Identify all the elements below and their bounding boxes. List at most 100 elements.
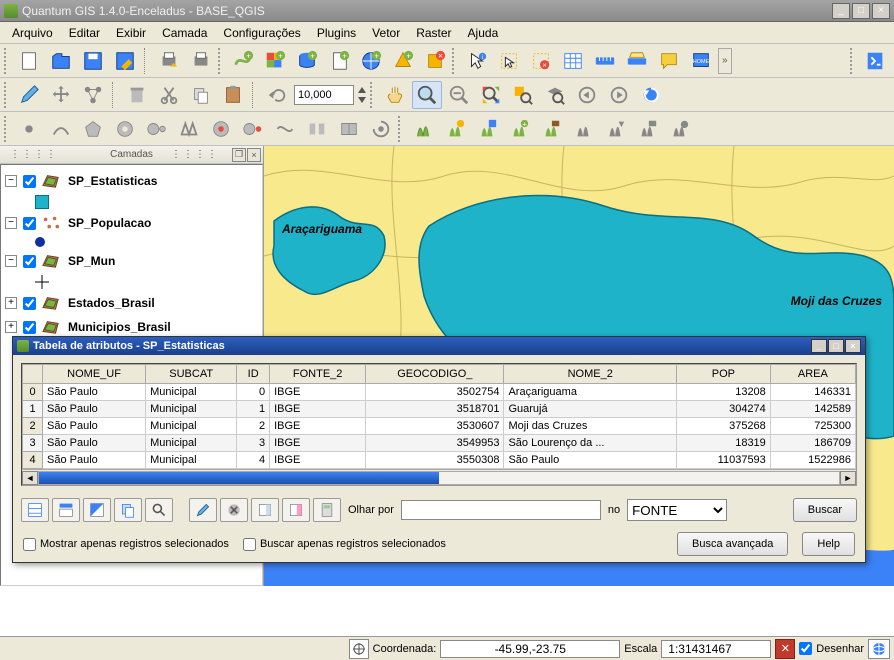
add-raster-icon[interactable]: +	[260, 47, 290, 75]
col-header[interactable]: ID	[237, 365, 270, 384]
zoom-out-icon[interactable]	[444, 81, 474, 109]
print-composer-icon[interactable]	[154, 47, 184, 75]
scale-input[interactable]	[294, 85, 354, 105]
table-cell[interactable]: IBGE	[270, 452, 366, 469]
table-cell[interactable]: São Paulo	[43, 452, 146, 469]
layer-row[interactable]: + Estados_Brasil	[5, 291, 258, 315]
new-shapefile-icon[interactable]: +	[388, 47, 418, 75]
table-cell[interactable]: 142589	[770, 401, 855, 418]
delete-selected-icon[interactable]	[122, 81, 152, 109]
reshape-icon[interactable]	[270, 115, 300, 143]
row-header[interactable]: 4	[23, 452, 43, 469]
layer-checkbox[interactable]	[23, 321, 36, 334]
paste-icon[interactable]	[218, 81, 248, 109]
table-row[interactable]: 3São PauloMunicipal3IBGE3549953São Loure…	[23, 435, 856, 452]
scroll-track[interactable]	[38, 471, 840, 485]
grass-tool-3-icon[interactable]	[472, 115, 502, 143]
merge-icon[interactable]	[334, 115, 364, 143]
move-feature-icon[interactable]	[46, 81, 76, 109]
row-header[interactable]: 0	[23, 384, 43, 401]
layer-checkbox[interactable]	[23, 255, 36, 268]
table-cell[interactable]: 18319	[676, 435, 770, 452]
table-cell[interactable]: 3502754	[366, 384, 504, 401]
table-cell[interactable]: São Paulo	[43, 435, 146, 452]
table-cell[interactable]: São Paulo	[43, 384, 146, 401]
table-cell[interactable]: Municipal	[146, 435, 237, 452]
new-file-icon[interactable]	[14, 47, 44, 75]
delete-column-icon[interactable]	[282, 498, 310, 522]
zoom-layer-icon[interactable]	[540, 81, 570, 109]
table-cell[interactable]: IBGE	[270, 401, 366, 418]
search-selected-checkbox[interactable]: Buscar apenas registros selecionados	[243, 538, 446, 551]
zoom-full-icon[interactable]	[476, 81, 506, 109]
grass-tool-6-icon[interactable]	[568, 115, 598, 143]
menu-raster[interactable]: Raster	[408, 24, 459, 42]
grass-tool-2-icon[interactable]	[440, 115, 470, 143]
dialog-titlebar[interactable]: Tabela de atributos - SP_Estatisticas _ …	[13, 337, 865, 355]
attribute-table-icon[interactable]	[558, 47, 588, 75]
render-checkbox[interactable]: Desenhar	[799, 642, 864, 655]
edit-toggle-icon[interactable]	[14, 81, 44, 109]
field-calculator-icon[interactable]	[313, 498, 341, 522]
remove-layer-icon[interactable]: ×	[420, 47, 450, 75]
row-header[interactable]: 2	[23, 418, 43, 435]
table-cell[interactable]: São Lourenço da ...	[504, 435, 677, 452]
cut-icon[interactable]	[154, 81, 184, 109]
print-icon[interactable]	[186, 47, 216, 75]
copy-icon[interactable]	[186, 81, 216, 109]
panel-undock-icon[interactable]: ❐	[232, 148, 246, 162]
search-button[interactable]: Buscar	[793, 498, 857, 522]
dialog-minimize-button[interactable]: _	[811, 339, 827, 353]
toolbar-overflow-1[interactable]: »	[718, 48, 732, 74]
add-postgis-icon[interactable]: +	[292, 47, 322, 75]
table-row[interactable]: 4São PauloMunicipal4IBGE3550308São Paulo…	[23, 452, 856, 469]
field-select[interactable]: FONTE	[627, 499, 727, 521]
select-icon[interactable]	[494, 47, 524, 75]
stop-render-icon[interactable]: ✕	[775, 639, 795, 659]
tree-collapse-icon[interactable]: −	[5, 255, 17, 267]
table-cell[interactable]: Araçariguama	[504, 384, 677, 401]
advanced-search-button[interactable]: Busca avançada	[677, 532, 788, 556]
tree-collapse-icon[interactable]: −	[5, 175, 17, 187]
zoom-in-icon[interactable]	[412, 81, 442, 109]
save-icon[interactable]	[78, 47, 108, 75]
table-cell[interactable]: 3	[237, 435, 270, 452]
add-ring-icon[interactable]	[110, 115, 140, 143]
move-top-icon[interactable]	[52, 498, 80, 522]
table-cell[interactable]: 725300	[770, 418, 855, 435]
capture-line-icon[interactable]	[46, 115, 76, 143]
new-column-icon[interactable]	[251, 498, 279, 522]
table-cell[interactable]: 1522986	[770, 452, 855, 469]
zoom-next-icon[interactable]	[604, 81, 634, 109]
col-header[interactable]: GEOCODIGO_	[366, 365, 504, 384]
table-cell[interactable]: 375268	[676, 418, 770, 435]
grass-tool-4-icon[interactable]: +	[504, 115, 534, 143]
menu-editar[interactable]: Editar	[61, 24, 108, 42]
add-vector-icon[interactable]: +	[228, 47, 258, 75]
table-cell[interactable]: 3518701	[366, 401, 504, 418]
col-header[interactable]: FONTE_2	[270, 365, 366, 384]
toggle-extents-icon[interactable]	[349, 639, 369, 659]
table-cell[interactable]: 2	[237, 418, 270, 435]
add-wms-icon[interactable]: +	[356, 47, 386, 75]
tree-expand-icon[interactable]: +	[5, 297, 17, 309]
grass-tool-5-icon[interactable]	[536, 115, 566, 143]
table-cell[interactable]: IBGE	[270, 418, 366, 435]
tree-collapse-icon[interactable]: −	[5, 217, 17, 229]
grass-tool-7-icon[interactable]	[600, 115, 630, 143]
rotate-point-icon[interactable]	[366, 115, 396, 143]
table-cell[interactable]: Guarujá	[504, 401, 677, 418]
menu-exibir[interactable]: Exibir	[108, 24, 154, 42]
zoom-last-icon[interactable]	[572, 81, 602, 109]
pan-icon[interactable]	[380, 81, 410, 109]
maximize-button[interactable]: □	[852, 3, 870, 19]
dialog-close-button[interactable]: ×	[845, 339, 861, 353]
table-row[interactable]: 2São PauloMunicipal2IBGE3530607Moji das …	[23, 418, 856, 435]
delete-selected-icon[interactable]	[220, 498, 248, 522]
delete-ring-icon[interactable]	[206, 115, 236, 143]
save-as-icon[interactable]	[110, 47, 140, 75]
table-corner[interactable]	[23, 365, 43, 384]
scroll-left-icon[interactable]: ◄	[22, 471, 38, 485]
menu-arquivo[interactable]: Arquivo	[4, 24, 61, 42]
dialog-maximize-button[interactable]: □	[828, 339, 844, 353]
